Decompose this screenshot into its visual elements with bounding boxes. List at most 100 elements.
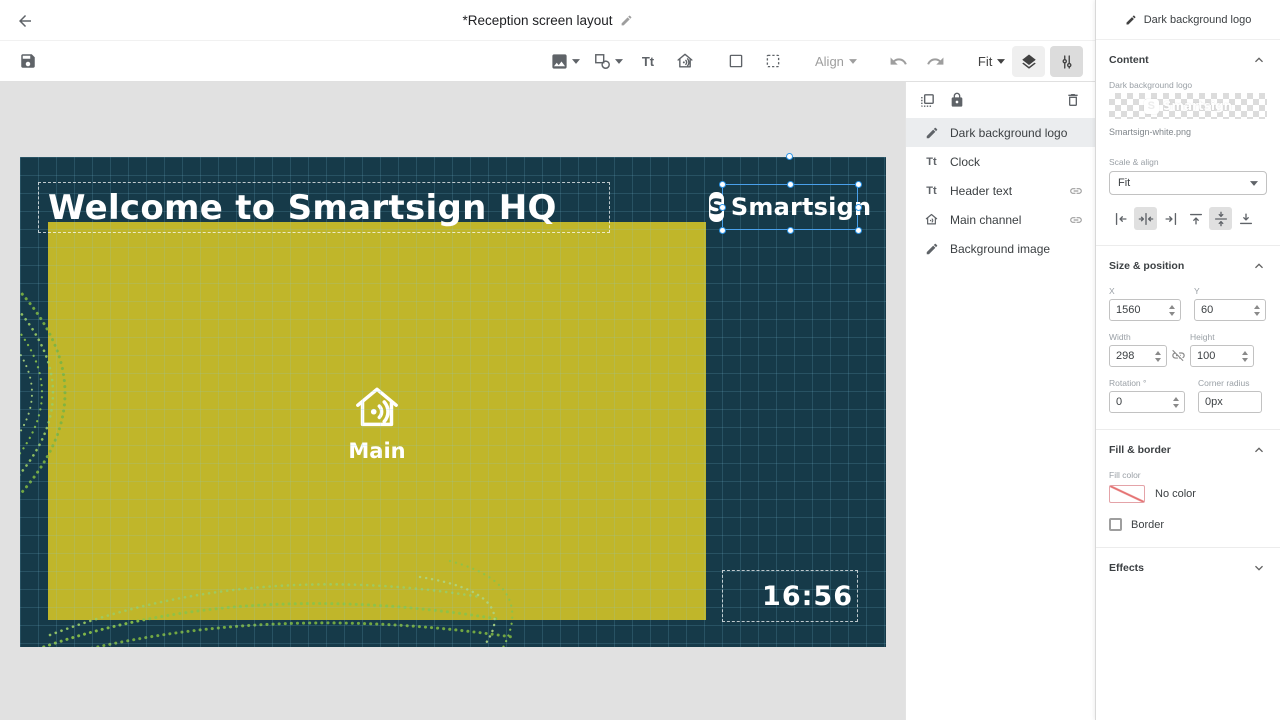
align-menu-button[interactable]: Align bbox=[808, 44, 864, 78]
clock-element[interactable]: 16:56 bbox=[722, 570, 858, 622]
x-input[interactable] bbox=[1110, 304, 1167, 316]
height-input-wrap bbox=[1190, 345, 1254, 367]
layer-label: Background image bbox=[950, 241, 1051, 256]
layer-item-background-image[interactable]: Background image bbox=[906, 234, 1095, 263]
channel-icon bbox=[677, 53, 693, 68]
redo-button[interactable] bbox=[920, 44, 952, 78]
border-label: Border bbox=[1131, 518, 1165, 531]
align-middle-vertical-button[interactable] bbox=[1209, 207, 1232, 230]
page-title: *Reception screen layout bbox=[462, 13, 613, 28]
section-fill-border-header[interactable]: Fill & border bbox=[1096, 430, 1280, 470]
chevron-up-icon bbox=[1251, 52, 1267, 68]
resize-handle[interactable] bbox=[719, 204, 726, 211]
resize-handle[interactable] bbox=[855, 181, 862, 188]
section-title: Content bbox=[1109, 54, 1149, 66]
edit-title-icon[interactable] bbox=[620, 14, 633, 27]
scale-mode-select[interactable]: Fit bbox=[1109, 171, 1267, 195]
align-top-button[interactable] bbox=[1184, 207, 1207, 230]
layer-item-header-text[interactable]: Tt Header text bbox=[906, 176, 1095, 205]
resize-handle[interactable] bbox=[787, 181, 794, 188]
height-input[interactable] bbox=[1191, 350, 1240, 362]
chevron-down-icon bbox=[615, 58, 623, 64]
layers-panel-toggle[interactable] bbox=[1012, 46, 1045, 77]
canvas-workspace[interactable]: Main Welcome to Smartsign HQ S Smartsign bbox=[0, 82, 905, 720]
rotation-label: Rotation ° bbox=[1109, 378, 1147, 388]
rotation-input[interactable] bbox=[1110, 396, 1171, 408]
corner-radius-input-wrap bbox=[1198, 391, 1262, 413]
zoom-fit-button[interactable]: Fit bbox=[971, 44, 1012, 78]
design-canvas[interactable]: Main Welcome to Smartsign HQ S Smartsign bbox=[20, 153, 886, 647]
section-title: Effects bbox=[1109, 562, 1145, 574]
header-text-element[interactable]: Welcome to Smartsign HQ bbox=[38, 182, 610, 233]
align-center-horizontal-button[interactable] bbox=[1134, 207, 1157, 230]
corner-radius-input[interactable] bbox=[1199, 396, 1261, 408]
stepper-arrows[interactable] bbox=[1167, 304, 1180, 316]
group-button[interactable] bbox=[919, 92, 936, 109]
width-label: Width bbox=[1109, 332, 1131, 342]
insert-channel-button[interactable] bbox=[669, 44, 701, 78]
image-preview-thumbnail[interactable]: S Smartsign bbox=[1109, 93, 1267, 119]
layer-item-main-channel[interactable]: Main channel bbox=[906, 205, 1095, 234]
align-bottom-button[interactable] bbox=[1234, 207, 1257, 230]
insert-text-button[interactable]: Tt bbox=[632, 44, 664, 78]
link-icon[interactable] bbox=[1069, 184, 1083, 198]
insert-shape-button[interactable] bbox=[589, 44, 627, 78]
chevron-up-icon bbox=[1251, 258, 1267, 274]
resize-handle[interactable] bbox=[855, 204, 862, 211]
stepper-arrows[interactable] bbox=[1252, 304, 1265, 316]
undo-button[interactable] bbox=[883, 44, 915, 78]
lock-button[interactable] bbox=[949, 92, 965, 108]
border-checkbox[interactable] bbox=[1109, 518, 1122, 531]
rotation-handle[interactable] bbox=[786, 153, 793, 160]
smartsign-logo-text: Smartsign bbox=[730, 193, 872, 221]
layer-label: Header text bbox=[950, 183, 1013, 198]
stepper-arrows[interactable] bbox=[1240, 350, 1253, 362]
toolbar-tools: Tt Align Fit bbox=[546, 44, 1049, 78]
section-effects-header[interactable]: Effects bbox=[1096, 548, 1280, 588]
delete-button[interactable] bbox=[1065, 92, 1081, 108]
stepper-arrows[interactable] bbox=[1153, 350, 1166, 362]
chevron-down-icon bbox=[1251, 560, 1267, 576]
insert-image-button[interactable] bbox=[546, 44, 584, 78]
text-icon: Tt bbox=[926, 184, 937, 197]
layer-label: Main channel bbox=[950, 212, 1022, 227]
pencil-icon bbox=[923, 242, 940, 256]
editor-toolbar: Tt Align Fit bbox=[0, 41, 1095, 82]
trash-icon bbox=[1068, 94, 1078, 106]
resize-handle[interactable] bbox=[719, 227, 726, 234]
layer-item-clock[interactable]: Tt Clock bbox=[906, 147, 1095, 176]
section-size-position-header[interactable]: Size & position bbox=[1096, 246, 1280, 286]
clock-text: 16:56 bbox=[762, 580, 853, 612]
sliders-icon bbox=[1062, 54, 1071, 69]
resize-handle[interactable] bbox=[787, 227, 794, 234]
align-left-button[interactable] bbox=[1109, 207, 1132, 230]
section-content-header[interactable]: Content bbox=[1096, 40, 1280, 80]
height-label: Height bbox=[1190, 332, 1215, 342]
resize-handle[interactable] bbox=[855, 227, 862, 234]
image-filename: Smartsign-white.png bbox=[1109, 127, 1192, 137]
resize-handle[interactable] bbox=[719, 181, 726, 188]
properties-title: Dark background logo bbox=[1143, 13, 1252, 26]
logo-element-selected[interactable]: S Smartsign bbox=[708, 181, 871, 234]
insert-rectangle-button[interactable] bbox=[720, 44, 752, 78]
fill-color-swatch[interactable] bbox=[1109, 485, 1145, 503]
width-input[interactable] bbox=[1110, 350, 1153, 362]
document-title-wrap: *Reception screen layout bbox=[0, 0, 1095, 41]
align-right-button[interactable] bbox=[1159, 207, 1182, 230]
chevron-down-icon bbox=[997, 58, 1006, 64]
header-text: Welcome to Smartsign HQ bbox=[48, 187, 557, 228]
image-icon bbox=[552, 53, 567, 69]
layer-item-dark-background-logo[interactable]: Dark background logo bbox=[906, 118, 1095, 147]
save-button[interactable] bbox=[12, 44, 44, 78]
main-channel-block[interactable]: Main bbox=[48, 222, 706, 620]
y-input[interactable] bbox=[1195, 304, 1252, 316]
layer-label: Clock bbox=[950, 154, 981, 169]
link-dimensions-toggle[interactable] bbox=[1171, 348, 1186, 363]
pencil-icon bbox=[1125, 14, 1137, 26]
stepper-arrows[interactable] bbox=[1171, 396, 1184, 408]
layers-panel: Dark background logo Tt Clock Tt Header … bbox=[905, 82, 1095, 720]
insert-placeholder-button[interactable] bbox=[757, 44, 789, 78]
properties-panel-toggle[interactable] bbox=[1050, 46, 1083, 77]
properties-panel: Dark background logo Content Dark backgr… bbox=[1095, 0, 1280, 720]
link-icon[interactable] bbox=[1069, 213, 1083, 227]
